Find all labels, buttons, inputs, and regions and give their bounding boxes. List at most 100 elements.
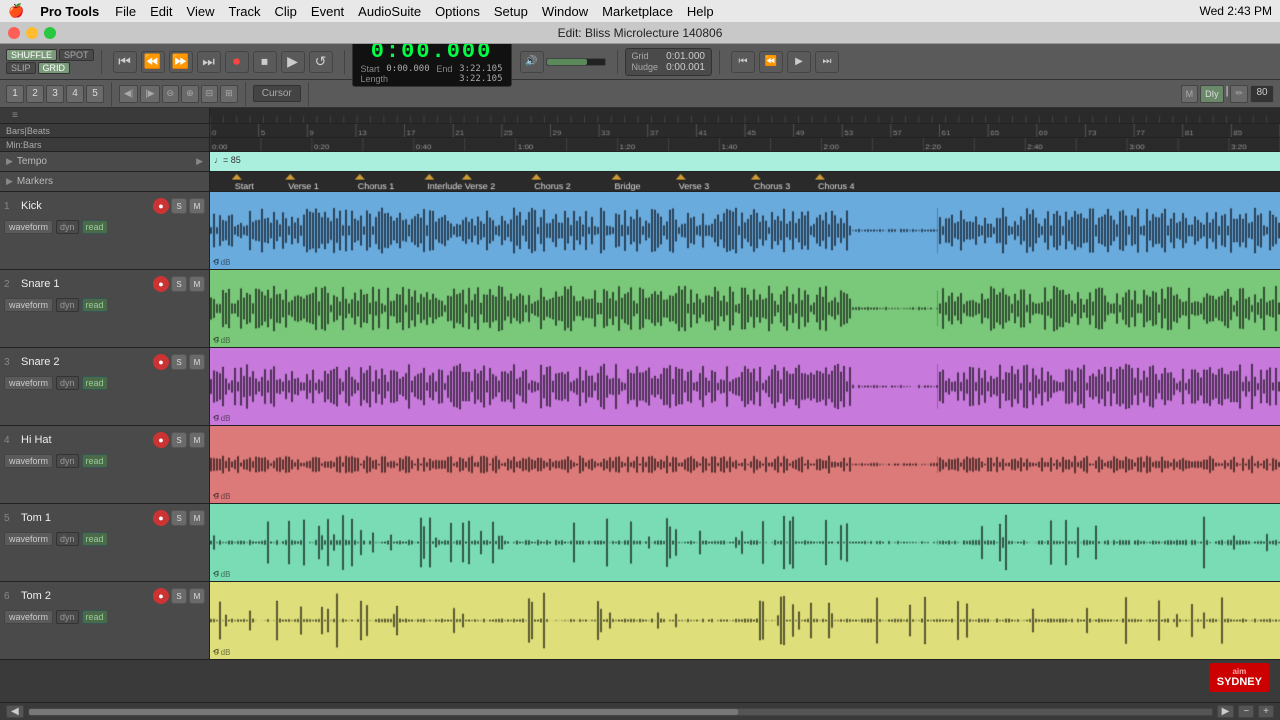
solo-btn-5[interactable]: S <box>171 510 187 526</box>
menu-track[interactable]: Track <box>228 4 260 19</box>
bars-beats-label: Bars|Beats <box>6 126 50 136</box>
zoom-out-btn[interactable]: − <box>1238 705 1254 718</box>
waveform-btn-3[interactable]: waveform <box>4 376 53 390</box>
mute-btn-4[interactable]: M <box>189 432 205 448</box>
dyn-btn-2[interactable]: dyn <box>56 298 79 312</box>
menu-view[interactable]: View <box>187 4 215 19</box>
menu-file[interactable]: File <box>115 4 136 19</box>
rewind-button[interactable]: ⏪ <box>141 51 165 73</box>
num-btn-3[interactable]: 3 <box>46 85 64 103</box>
go-to-end-button[interactable]: ⏭ <box>197 51 221 73</box>
record-arm-4[interactable]: ● <box>153 432 169 448</box>
fast-forward-button[interactable]: ⏩ <box>169 51 193 73</box>
track-content-3: 0 dB⊲ <box>210 348 1280 425</box>
horizontal-scrollbar[interactable] <box>28 708 1213 716</box>
record-button[interactable]: ⏺ <box>225 51 249 73</box>
waveform-btn-5[interactable]: waveform <box>4 532 53 546</box>
apple-menu[interactable]: 🍎 <box>8 3 24 19</box>
slip-button[interactable]: SLIP <box>6 62 36 74</box>
zoom-in-button[interactable]: ⊕ <box>181 85 199 103</box>
dyn-btn-1[interactable]: dyn <box>56 220 79 234</box>
read-btn-2[interactable]: read <box>82 298 108 312</box>
dyn-btn-5[interactable]: dyn <box>56 532 79 546</box>
mute-btn-5[interactable]: M <box>189 510 205 526</box>
menu-help[interactable]: Help <box>687 4 714 19</box>
record-arm-2[interactable]: ● <box>153 276 169 292</box>
num-btn-5[interactable]: 5 <box>86 85 104 103</box>
transport-section: ⏮ ⏪ ⏩ ⏭ ⏺ ⏹ ▶ ↺ <box>113 51 333 73</box>
record-arm-3[interactable]: ● <box>153 354 169 370</box>
waveform-btn-2[interactable]: waveform <box>4 298 53 312</box>
midi-button[interactable]: M <box>1181 85 1199 103</box>
read-btn-5[interactable]: read <box>82 532 108 546</box>
scroll-right-button[interactable]: ▶ <box>1217 705 1235 718</box>
zoom-fit-button[interactable]: ⊟ <box>201 85 219 103</box>
num-btn-4[interactable]: 4 <box>66 85 84 103</box>
volume-slider[interactable] <box>546 58 606 66</box>
extra-btn-1[interactable]: ⏮ <box>731 51 755 73</box>
go-to-start-button[interactable]: ⏮ <box>113 51 137 73</box>
mute-btn-2[interactable]: M <box>189 276 205 292</box>
zoom-forward-button[interactable]: |▶ <box>140 85 159 103</box>
tempo-expand[interactable]: ▶ <box>196 156 203 167</box>
maximize-button[interactable] <box>44 27 56 39</box>
ruler-header-right <box>210 108 1280 123</box>
loop-button[interactable]: ↺ <box>309 51 333 73</box>
solo-btn-2[interactable]: S <box>171 276 187 292</box>
record-arm-6[interactable]: ● <box>153 588 169 604</box>
read-btn-1[interactable]: read <box>82 220 108 234</box>
menu-setup[interactable]: Setup <box>494 4 528 19</box>
mute-btn-1[interactable]: M <box>189 198 205 214</box>
num-btn-2[interactable]: 2 <box>26 85 44 103</box>
grid-button[interactable]: GRID <box>38 62 71 74</box>
solo-btn-4[interactable]: S <box>171 432 187 448</box>
menu-clip[interactable]: Clip <box>275 4 297 19</box>
menu-window[interactable]: Window <box>542 4 588 19</box>
spot-button[interactable]: SPOT <box>59 49 94 61</box>
close-button[interactable] <box>8 27 20 39</box>
read-btn-6[interactable]: read <box>82 610 108 624</box>
shuffle-button[interactable]: SHUFFLE <box>6 49 57 61</box>
extra-btn-3[interactable]: ▶ <box>787 51 811 73</box>
record-arm-1[interactable]: ● <box>153 198 169 214</box>
stop-button[interactable]: ⏹ <box>253 51 277 73</box>
record-arm-5[interactable]: ● <box>153 510 169 526</box>
menu-options[interactable]: Options <box>435 4 480 19</box>
waveform-btn-1[interactable]: waveform <box>4 220 53 234</box>
menu-event[interactable]: Event <box>311 4 344 19</box>
menu-edit[interactable]: Edit <box>150 4 172 19</box>
left-sidebar-toggle[interactable]: ≡ <box>12 110 18 121</box>
mute-btn-3[interactable]: M <box>189 354 205 370</box>
solo-btn-6[interactable]: S <box>171 588 187 604</box>
zoom-in-btn[interactable]: + <box>1258 705 1274 718</box>
num-btn-1[interactable]: 1 <box>6 85 24 103</box>
scroll-left-button[interactable]: ◀ <box>6 705 24 718</box>
extra-btn-2[interactable]: ⏪ <box>759 51 783 73</box>
zoom-back-button[interactable]: ◀| <box>119 85 138 103</box>
mute-btn-6[interactable]: M <box>189 588 205 604</box>
expand-arrow[interactable]: ▶ <box>6 156 13 167</box>
track-header-6: 6Tom 2●SMwaveformdynread <box>0 582 210 659</box>
dyn-btn-3[interactable]: dyn <box>56 376 79 390</box>
solo-btn-1[interactable]: S <box>171 198 187 214</box>
solo-btn-3[interactable]: S <box>171 354 187 370</box>
markers-expand[interactable]: ▶ <box>6 176 13 187</box>
zoom-out-button[interactable]: ⊖ <box>162 85 180 103</box>
dyn-btn-6[interactable]: dyn <box>56 610 79 624</box>
monitor-button[interactable]: 🔊 <box>520 51 544 73</box>
menu-marketplace[interactable]: Marketplace <box>602 4 673 19</box>
track-header-4: 4Hi Hat●SMwaveformdynread <box>0 426 210 503</box>
dyn-btn-4[interactable]: dyn <box>56 454 79 468</box>
diy-button[interactable]: DIy <box>1200 85 1224 103</box>
read-btn-4[interactable]: read <box>82 454 108 468</box>
read-btn-3[interactable]: read <box>82 376 108 390</box>
play-button[interactable]: ▶ <box>281 51 305 73</box>
extra-btn-4[interactable]: ⏭ <box>815 51 839 73</box>
pencil-button[interactable]: ✏ <box>1230 85 1248 103</box>
zoom-expand-button[interactable]: ⊞ <box>220 85 238 103</box>
menu-audiosuite[interactable]: AudioSuite <box>358 4 421 19</box>
waveform-btn-6[interactable]: waveform <box>4 610 53 624</box>
waveform-btn-4[interactable]: waveform <box>4 454 53 468</box>
tracks-scroll[interactable]: 1Kick●SMwaveformdynread0 dB⊲2Snare 1●SMw… <box>0 192 1280 702</box>
minimize-button[interactable] <box>26 27 38 39</box>
